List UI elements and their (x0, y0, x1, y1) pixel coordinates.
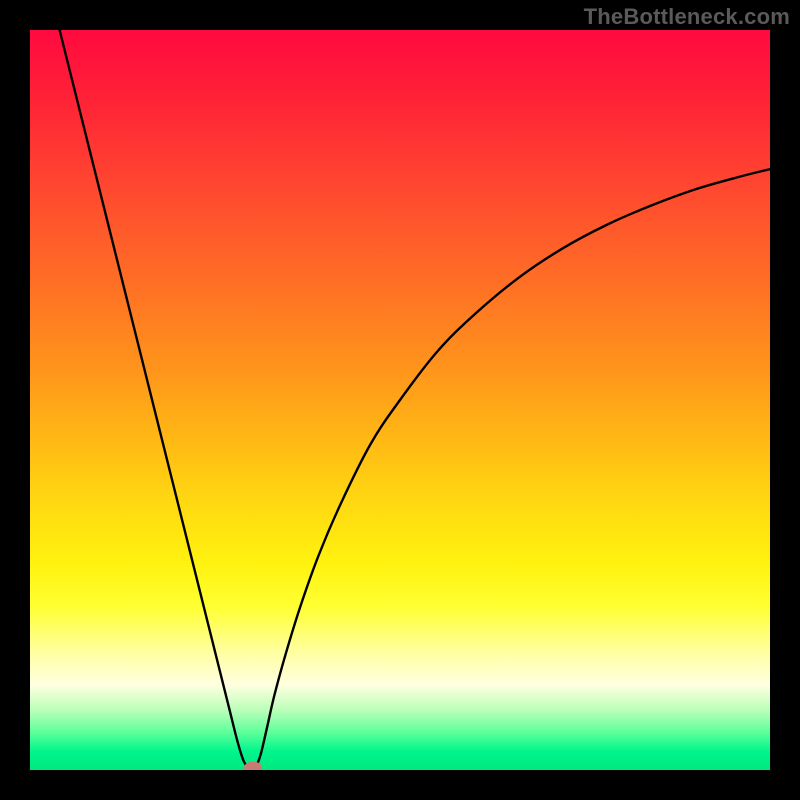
chart-frame: TheBottleneck.com (0, 0, 800, 800)
bottleneck-curve (30, 30, 770, 770)
optimal-point-marker (244, 761, 262, 770)
watermark-text: TheBottleneck.com (584, 4, 790, 30)
plot-area (30, 30, 770, 770)
